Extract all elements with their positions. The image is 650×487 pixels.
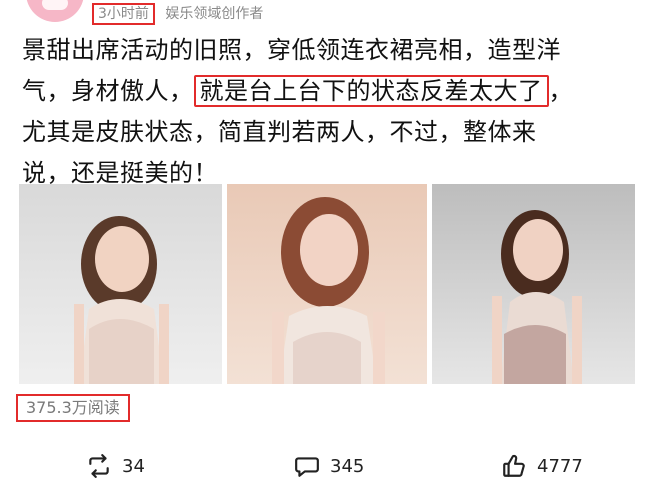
post-line-2: 气，身材傲人， 就是台上台下的状态反差太大了， <box>22 71 632 112</box>
repost-icon <box>86 453 112 479</box>
post-meta: 3小时前 娱乐领域创作者 <box>92 3 263 25</box>
post-line-1: 景甜出席活动的旧照，穿低领连衣裙亮相，造型洋 <box>22 36 561 64</box>
post-text: 景甜出席活动的旧照，穿低领连衣裙亮相，造型洋 气，身材傲人， 就是台上台下的状态反… <box>22 30 632 194</box>
repost-button[interactable]: 34 <box>86 448 145 484</box>
repost-count: 34 <box>122 455 145 477</box>
post-time: 3小时前 <box>92 3 155 25</box>
thumbs-up-icon <box>501 453 527 479</box>
post-line-3: 尤其是皮肤状态，简直判若两人，不过，整体来 <box>22 118 537 146</box>
photo-grid <box>19 184 635 384</box>
photo-1[interactable] <box>19 184 222 384</box>
avatar[interactable] <box>26 0 84 22</box>
comment-button[interactable]: 345 <box>294 448 364 484</box>
post-line-2-prefix: 气，身材傲人， <box>22 77 194 105</box>
photo-2[interactable] <box>227 184 427 384</box>
author-role: 娱乐领域创作者 <box>165 6 264 22</box>
read-count: 375.3万阅读 <box>16 394 130 422</box>
post-header: 3小时前 娱乐领域创作者 <box>0 0 650 30</box>
highlighted-phrase: 就是台上台下的状态反差太大了 <box>193 75 549 107</box>
like-count: 4777 <box>537 455 583 477</box>
comment-icon <box>294 453 320 479</box>
comment-count: 345 <box>330 455 365 477</box>
action-bar: 34 345 4777 <box>0 448 650 484</box>
like-button[interactable]: 4777 <box>501 448 583 484</box>
photo-3[interactable] <box>432 184 635 384</box>
post-line-2-suffix: ， <box>548 77 573 105</box>
